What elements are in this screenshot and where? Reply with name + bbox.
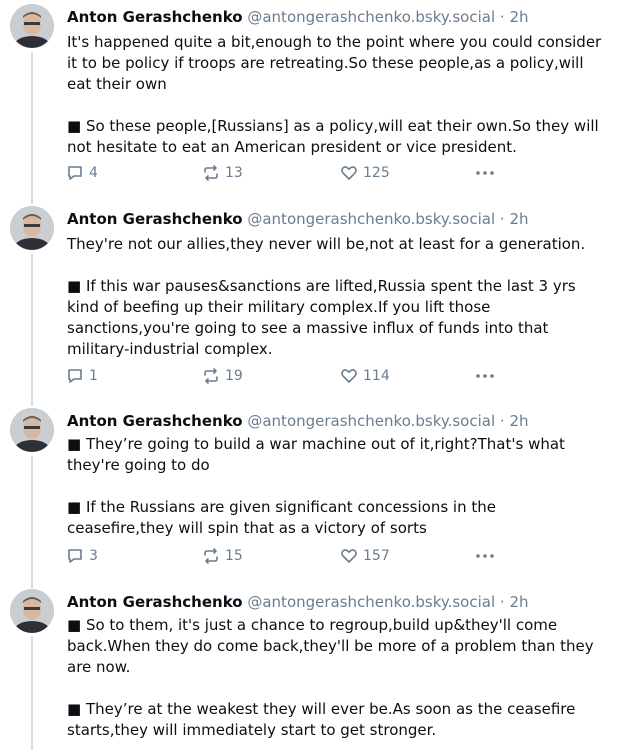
author-name[interactable]: Anton Gerashchenko xyxy=(67,593,243,611)
post[interactable]: Anton Gerashchenko @antongerashchenko.bs… xyxy=(0,202,620,397)
like-count: 157 xyxy=(363,548,390,564)
reply-count: 1 xyxy=(89,368,98,384)
post[interactable]: Anton Gerashchenko @antongerashchenko.bs… xyxy=(0,404,620,579)
post-text: ■ So to them, it's just a chance to regr… xyxy=(67,615,607,741)
avatar[interactable] xyxy=(10,4,54,48)
more-dots-icon xyxy=(474,164,496,182)
post-actions: 3 15 157 xyxy=(66,546,506,566)
post-paragraph: They're not our allies,they never will b… xyxy=(67,235,586,253)
avatar[interactable] xyxy=(10,206,54,250)
post-paragraph: ■ If the Russians are given significant … xyxy=(67,498,496,537)
post-header: Anton Gerashchenko @antongerashchenko.bs… xyxy=(67,7,612,27)
heart-icon xyxy=(340,367,358,385)
post-text: ■ They’re going to build a war machine o… xyxy=(67,434,607,539)
repost-icon xyxy=(202,547,220,565)
repost-icon xyxy=(202,164,220,182)
post-paragraph: ■ They’re going to build a war machine o… xyxy=(67,435,565,474)
post-paragraph: ■ So these people,[Russians] as a policy… xyxy=(67,117,599,156)
post-text: It's happened quite a bit,enough to the … xyxy=(67,32,607,158)
like-button[interactable]: 157 xyxy=(340,546,390,566)
post-text: They're not our allies,they never will b… xyxy=(67,234,607,360)
like-button[interactable]: 125 xyxy=(340,163,390,183)
heart-icon xyxy=(340,547,358,565)
post-actions: 1 19 114 xyxy=(66,366,506,386)
reply-count: 3 xyxy=(89,548,98,564)
post[interactable]: Anton Gerashchenko @antongerashchenko.bs… xyxy=(0,0,620,195)
like-count: 114 xyxy=(363,368,390,384)
more-options-button[interactable] xyxy=(474,366,496,386)
more-options-button[interactable] xyxy=(474,546,496,566)
author-handle[interactable]: @antongerashchenko.bsky.social xyxy=(247,593,495,611)
repost-button[interactable]: 13 xyxy=(202,163,243,183)
post-time[interactable]: · 2h xyxy=(500,210,529,228)
repost-button[interactable]: 15 xyxy=(202,546,243,566)
post-time[interactable]: · 2h xyxy=(500,8,529,26)
author-name[interactable]: Anton Gerashchenko xyxy=(67,8,243,26)
like-button[interactable]: 114 xyxy=(340,366,390,386)
author-name[interactable]: Anton Gerashchenko xyxy=(67,412,243,430)
post-time[interactable]: · 2h xyxy=(500,412,529,430)
heart-icon xyxy=(340,164,358,182)
post-actions: 4 13 125 xyxy=(66,163,506,183)
more-dots-icon xyxy=(474,367,496,385)
post-paragraph: It's happened quite a bit,enough to the … xyxy=(67,33,602,93)
author-handle[interactable]: @antongerashchenko.bsky.social xyxy=(247,412,495,430)
like-count: 125 xyxy=(363,165,390,181)
author-name[interactable]: Anton Gerashchenko xyxy=(67,210,243,228)
reply-button[interactable]: 1 xyxy=(66,366,98,386)
repost-count: 13 xyxy=(225,165,243,181)
reply-count: 4 xyxy=(89,165,98,181)
repost-button[interactable]: 19 xyxy=(202,366,243,386)
reply-icon xyxy=(66,547,84,565)
more-dots-icon xyxy=(474,547,496,565)
author-handle[interactable]: @antongerashchenko.bsky.social xyxy=(247,210,495,228)
repost-count: 19 xyxy=(225,368,243,384)
avatar[interactable] xyxy=(10,589,54,633)
avatar[interactable] xyxy=(10,408,54,452)
post[interactable]: Anton Gerashchenko @antongerashchenko.bs… xyxy=(0,585,620,750)
post-header: Anton Gerashchenko @antongerashchenko.bs… xyxy=(67,411,612,431)
repost-icon xyxy=(202,367,220,385)
post-header: Anton Gerashchenko @antongerashchenko.bs… xyxy=(67,209,612,229)
post-header: Anton Gerashchenko @antongerashchenko.bs… xyxy=(67,592,612,612)
post-time[interactable]: · 2h xyxy=(500,593,529,611)
post-paragraph: ■ So to them, it's just a chance to regr… xyxy=(67,616,594,676)
reply-button[interactable]: 4 xyxy=(66,163,98,183)
repost-count: 15 xyxy=(225,548,243,564)
reply-icon xyxy=(66,164,84,182)
post-paragraph: ■ If this war pauses&sanctions are lifte… xyxy=(67,277,576,358)
author-handle[interactable]: @antongerashchenko.bsky.social xyxy=(247,8,495,26)
reply-icon xyxy=(66,367,84,385)
reply-button[interactable]: 3 xyxy=(66,546,98,566)
post-paragraph: ■ They’re at the weakest they will ever … xyxy=(67,700,576,739)
more-options-button[interactable] xyxy=(474,163,496,183)
